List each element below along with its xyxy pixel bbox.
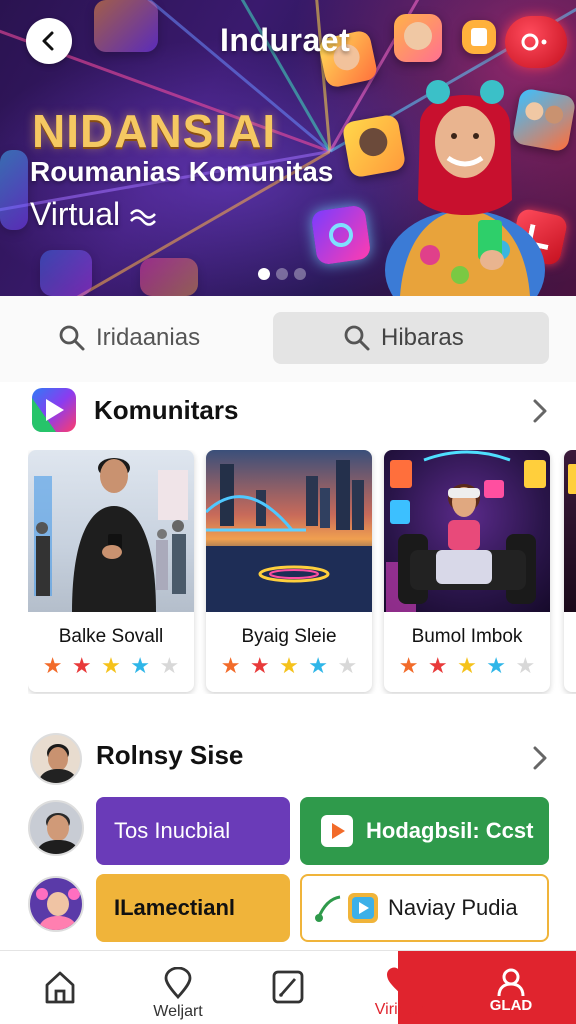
hero-banner[interactable]: Induraet NIDANSIAI Roumanias Komunitas V… bbox=[0, 0, 576, 296]
tile-label: Tos Inucbial bbox=[114, 818, 231, 843]
favorite-button[interactable] bbox=[505, 16, 567, 68]
page-title: Induraet bbox=[220, 22, 351, 58]
video-icon bbox=[348, 893, 378, 923]
tile-hodagbsil[interactable]: Hodagbsil: Ccst bbox=[300, 797, 549, 865]
star-icon: ★ bbox=[101, 654, 121, 679]
hero-person-illustration bbox=[385, 80, 545, 296]
search-icon bbox=[344, 325, 370, 351]
app-tile-icon bbox=[40, 250, 92, 296]
nav-label: Virintar bbox=[374, 1001, 426, 1018]
community-cards: Balke Sovall ★ ★ ★ ★ ★ Byaig Sleie ★ ★ ★… bbox=[28, 450, 576, 694]
chevron-right-icon[interactable] bbox=[530, 398, 550, 424]
user-icon bbox=[497, 968, 525, 997]
nav-item-edit[interactable] bbox=[268, 951, 308, 1024]
tile-label: Naviay Pudia bbox=[388, 895, 518, 920]
avatar[interactable] bbox=[28, 876, 84, 932]
star-icon: ★ bbox=[279, 654, 299, 679]
app-tile-icon bbox=[0, 150, 28, 230]
card-title: Byaig Sleie bbox=[241, 626, 337, 647]
tile-tos-inucbial[interactable]: Tos Inucbial bbox=[96, 797, 290, 865]
play-icon bbox=[321, 815, 353, 847]
star-icon: ★ bbox=[130, 654, 151, 679]
card-image bbox=[206, 450, 372, 612]
nav-item-home[interactable] bbox=[40, 951, 80, 1024]
hero-badge-text: NIDANSIAI bbox=[32, 105, 277, 157]
nav-label: GLAD bbox=[489, 997, 533, 1014]
hero-virtual-label: Virtual bbox=[30, 196, 121, 232]
avatar[interactable] bbox=[28, 800, 84, 856]
community-card[interactable]: Bumol Imbok ★ ★ ★ ★ ★ bbox=[384, 450, 550, 692]
star-icon: ★ bbox=[427, 654, 448, 679]
nav-label: Weljart bbox=[153, 1003, 203, 1020]
rolnsy-header[interactable]: Rolnsy Sise bbox=[96, 740, 243, 771]
notes-icon bbox=[462, 20, 496, 54]
music-tile-icon bbox=[310, 204, 372, 266]
carousel-dot[interactable] bbox=[294, 268, 306, 280]
app-tile-icon bbox=[94, 0, 158, 52]
star-icon: ★ bbox=[308, 654, 329, 679]
chevron-right-icon[interactable] bbox=[530, 745, 550, 771]
star-icon: ★ bbox=[71, 654, 92, 679]
search-tabs: Iridaanias Hibaras bbox=[0, 296, 576, 382]
section-title: Komunitars bbox=[94, 394, 239, 425]
search-tab-label: Iridaanias bbox=[96, 324, 201, 351]
heart-icon bbox=[521, 33, 547, 51]
star-icon: ★ bbox=[457, 654, 477, 679]
photo-tile-icon bbox=[394, 14, 442, 62]
tile-label: Hodagbsil: Ccst bbox=[366, 818, 534, 843]
carousel-indicator[interactable] bbox=[258, 268, 306, 280]
star-icon: ★ bbox=[486, 654, 507, 679]
search-tab-1[interactable]: Iridaanias bbox=[40, 312, 270, 364]
back-button[interactable] bbox=[26, 18, 72, 64]
carousel-dot[interactable] bbox=[276, 268, 288, 280]
search-tab-label: Hibaras bbox=[381, 324, 464, 351]
hero-subtitle: Roumanias Komunitas bbox=[30, 156, 334, 187]
star-icon: ★ bbox=[249, 654, 270, 679]
card-title: Bumol Imbok bbox=[411, 626, 523, 647]
card-image bbox=[384, 450, 550, 612]
search-icon bbox=[59, 325, 85, 351]
carousel-dot[interactable] bbox=[258, 268, 270, 280]
music-note-icon bbox=[315, 895, 341, 922]
section-title: Rolnsy Sise bbox=[96, 740, 244, 770]
community-card[interactable] bbox=[564, 450, 576, 692]
tile-label: ILamectianl bbox=[114, 895, 236, 920]
star-icon: ★ bbox=[515, 654, 536, 679]
star-rating: ★ ★ ★ ★ ★ bbox=[394, 656, 540, 678]
avatar[interactable] bbox=[30, 733, 82, 785]
card-title: Balke Sovall bbox=[58, 626, 164, 647]
card-image bbox=[564, 450, 576, 612]
nav-item-weljart[interactable]: Weljart bbox=[138, 951, 218, 1024]
wave-icon bbox=[130, 209, 156, 226]
star-rating: ★ ★ ★ ★ ★ bbox=[38, 656, 184, 678]
card-image bbox=[28, 450, 194, 612]
search-tab-2[interactable]: Hibaras bbox=[273, 312, 549, 364]
nav-item-virintar[interactable]: Virintar bbox=[360, 951, 440, 1024]
star-icon: ★ bbox=[337, 654, 358, 679]
star-icon: ★ bbox=[220, 654, 241, 679]
tile-naviay-pudia[interactable]: Naviay Pudia bbox=[300, 874, 549, 942]
app-tile-icon bbox=[140, 258, 198, 296]
star-icon: ★ bbox=[42, 654, 63, 679]
komunitas-header[interactable]: Komunitars bbox=[30, 386, 238, 434]
chevron-left-icon bbox=[42, 31, 54, 51]
nav-item-glad[interactable]: GLAD bbox=[476, 951, 546, 1024]
star-icon: ★ bbox=[398, 654, 419, 679]
community-card[interactable]: Balke Sovall ★ ★ ★ ★ ★ bbox=[28, 450, 194, 692]
home-icon bbox=[45, 971, 75, 1004]
heart-icon bbox=[387, 967, 413, 993]
star-icon: ★ bbox=[159, 654, 180, 679]
edit-icon bbox=[272, 970, 304, 1004]
tile-ilamectianl[interactable]: ILamectianl bbox=[96, 874, 290, 942]
community-card[interactable]: Byaig Sleie ★ ★ ★ ★ ★ bbox=[206, 450, 372, 692]
play-store-icon bbox=[32, 388, 76, 432]
star-rating: ★ ★ ★ ★ ★ bbox=[216, 656, 362, 678]
location-icon bbox=[164, 967, 192, 999]
bottom-nav: Weljart Virintar GLAD bbox=[0, 950, 576, 1024]
